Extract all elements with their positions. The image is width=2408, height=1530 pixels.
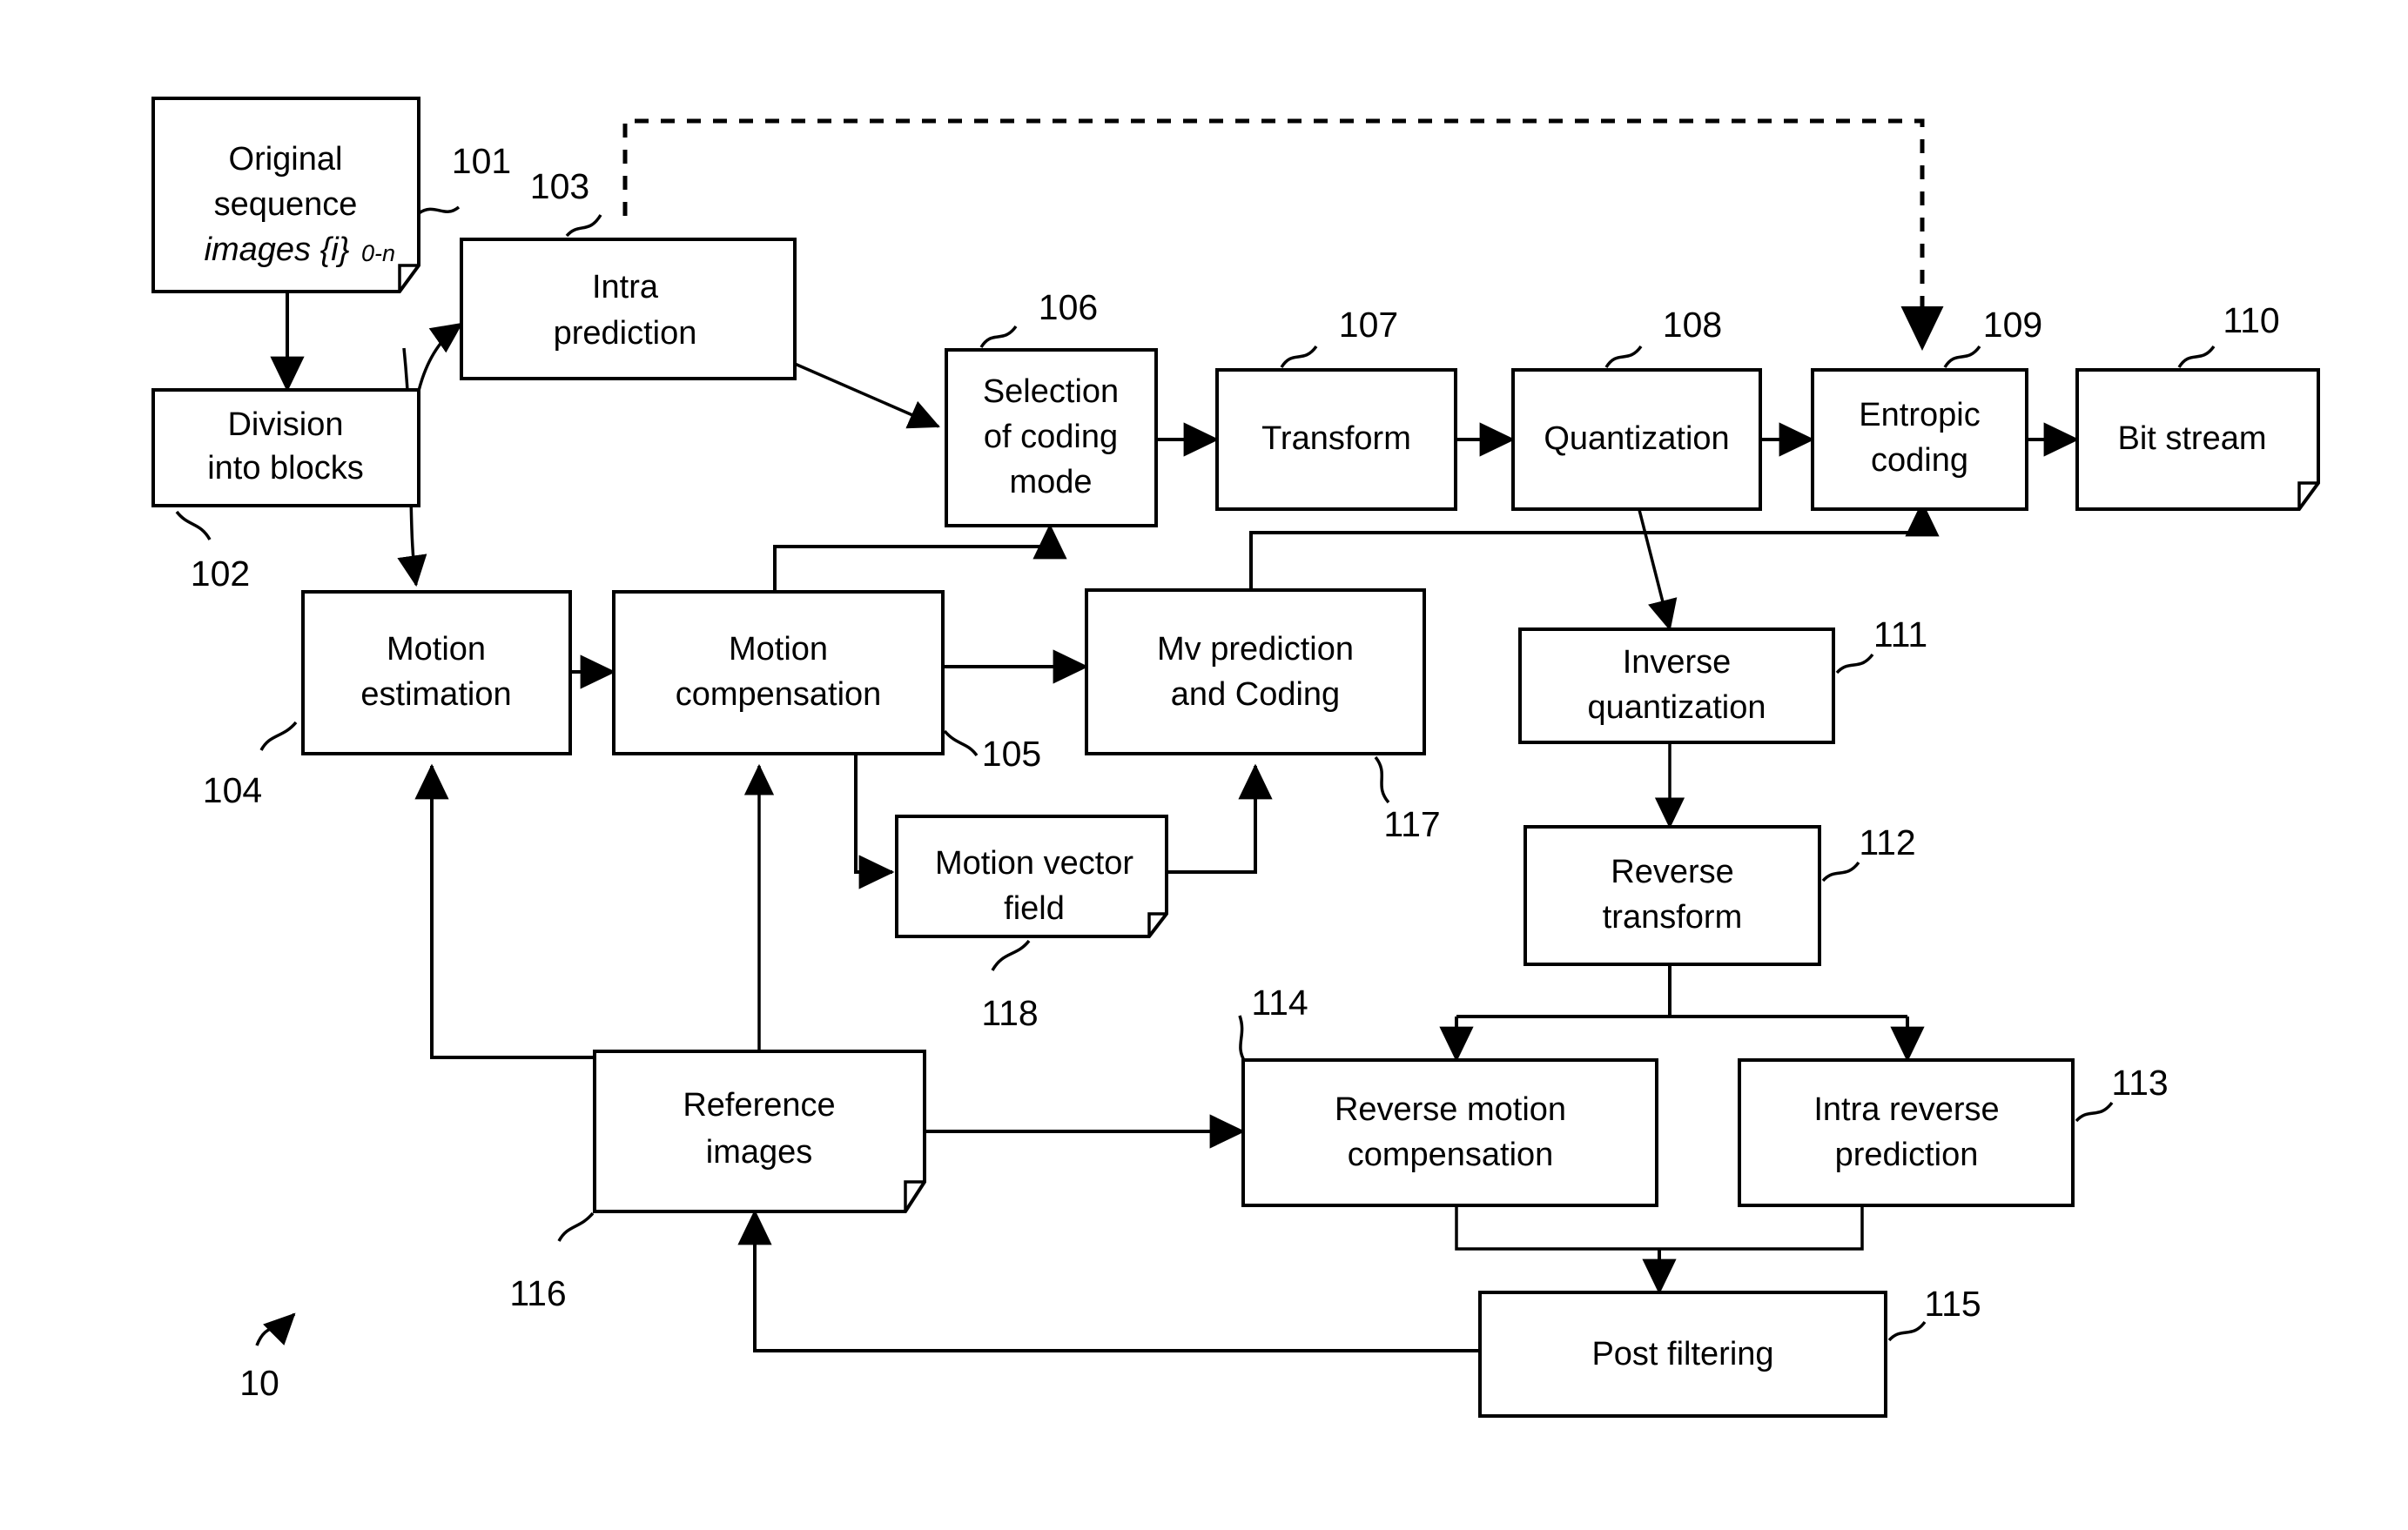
block-reference-images[interactable] <box>593 1050 926 1213</box>
label-reference-images-2: images <box>706 1134 813 1171</box>
label-entropic-coding-1: Entropic <box>1859 397 1980 433</box>
label-mv-prediction-1: Mv prediction <box>1157 631 1354 668</box>
figure-canvas: Original sequence images {i} 0-n Divisio… <box>0 0 2408 1530</box>
label-inverse-quantization-2: quantization <box>1588 689 1766 726</box>
label-mv-prediction-2: and Coding <box>1171 676 1340 713</box>
block-intra-prediction[interactable] <box>460 238 797 380</box>
label-motion-vector-field-2: field <box>1004 890 1065 927</box>
label-reverse-transform-2: transform <box>1603 899 1742 936</box>
label-original-sequence-3-sub: 0-n <box>361 240 395 266</box>
block-motion-compensation[interactable] <box>612 590 945 755</box>
ref-numeral-figure-id: 10 <box>239 1363 279 1403</box>
edge-post-filtering-to-reference-images <box>737 1209 1480 1352</box>
label-motion-estimation-2: estimation <box>360 676 511 713</box>
label-original-sequence-1: Original <box>229 141 343 178</box>
label-motion-compensation-1: Motion <box>729 631 828 668</box>
ref-numeral-110: 110 <box>2223 300 2279 340</box>
label-intra-prediction-2: prediction <box>554 315 697 352</box>
edge-motion-comp-to-selection <box>773 523 1067 592</box>
label-division-into-blocks-1: Division <box>227 406 343 443</box>
label-inverse-quantization-1: Inverse <box>1623 644 1732 681</box>
block-reverse-motion-compensation[interactable] <box>1241 1058 1658 1207</box>
label-intra-prediction-1: Intra <box>592 269 659 305</box>
edge-intra-to-selection <box>794 362 940 429</box>
label-intra-reverse-prediction-2: prediction <box>1835 1137 1979 1173</box>
block-intra-reverse-prediction[interactable] <box>1738 1058 2075 1207</box>
label-bit-stream: Bit stream <box>2117 420 2266 457</box>
ref-numeral-106: 106 <box>1039 287 1098 327</box>
ref-numeral-109: 109 <box>1983 305 2042 345</box>
label-selection-2: of coding <box>984 419 1118 455</box>
edge-decoder-merge-bus <box>1455 1205 1864 1251</box>
block-entropic-coding[interactable] <box>1811 368 2028 511</box>
label-transform: Transform <box>1261 420 1411 457</box>
edge-motion-comp-to-mv-field <box>854 755 895 889</box>
label-motion-compensation-2: compensation <box>676 676 882 713</box>
edge-reference-images-to-motion-estimation <box>414 763 595 1059</box>
block-mv-prediction-and-coding[interactable] <box>1085 588 1426 755</box>
label-motion-vector-field-1: Motion vector <box>935 845 1133 882</box>
ref-numeral-101: 101 <box>452 141 511 181</box>
edge-mv-field-to-mv-prediction <box>1167 763 1273 874</box>
ref-numeral-115: 115 <box>1924 1284 1981 1324</box>
label-division-into-blocks-2: into blocks <box>207 450 364 487</box>
ref-numeral-114: 114 <box>1251 983 1308 1023</box>
label-motion-estimation-1: Motion <box>387 631 486 668</box>
label-entropic-coding-2: coding <box>1871 442 1968 479</box>
ref-numeral-117: 117 <box>1383 804 1440 844</box>
label-reverse-motion-comp-1: Reverse motion <box>1335 1091 1566 1128</box>
ref-numeral-104: 104 <box>203 770 262 810</box>
ref-numeral-113: 113 <box>2111 1063 2168 1103</box>
ref-numeral-116: 116 <box>509 1273 566 1313</box>
label-intra-reverse-prediction-1: Intra reverse <box>1813 1091 1999 1128</box>
ref-numeral-102: 102 <box>191 554 250 594</box>
ref-numeral-111: 111 <box>1873 614 1927 654</box>
label-selection-3: mode <box>1009 464 1092 500</box>
block-reverse-transform[interactable] <box>1523 825 1821 966</box>
ref-numeral-118: 118 <box>981 993 1038 1033</box>
label-reverse-transform-1: Reverse <box>1611 854 1734 890</box>
label-reverse-motion-comp-2: compensation <box>1348 1137 1554 1173</box>
label-original-sequence-3: images {i} <box>205 232 350 268</box>
ref-numeral-105: 105 <box>982 734 1041 774</box>
label-post-filtering: Post filtering <box>1591 1336 1773 1372</box>
ref-numeral-108: 108 <box>1663 305 1722 345</box>
ref-numeral-112: 112 <box>1859 822 1915 862</box>
ref-numeral-107: 107 <box>1339 305 1398 345</box>
edge-quantization-to-inverse-quantization <box>1636 502 1678 632</box>
edge-mv-prediction-to-entropic <box>1249 500 1940 590</box>
label-reference-images-1: Reference <box>683 1087 835 1124</box>
edge-intra-to-entropic-dashed <box>622 118 1944 351</box>
label-original-sequence-2: sequence <box>214 186 358 223</box>
block-motion-estimation[interactable] <box>301 590 572 755</box>
label-selection-1: Selection <box>983 373 1119 410</box>
label-quantization: Quantization <box>1544 420 1729 457</box>
ref-numeral-103: 103 <box>530 166 589 206</box>
